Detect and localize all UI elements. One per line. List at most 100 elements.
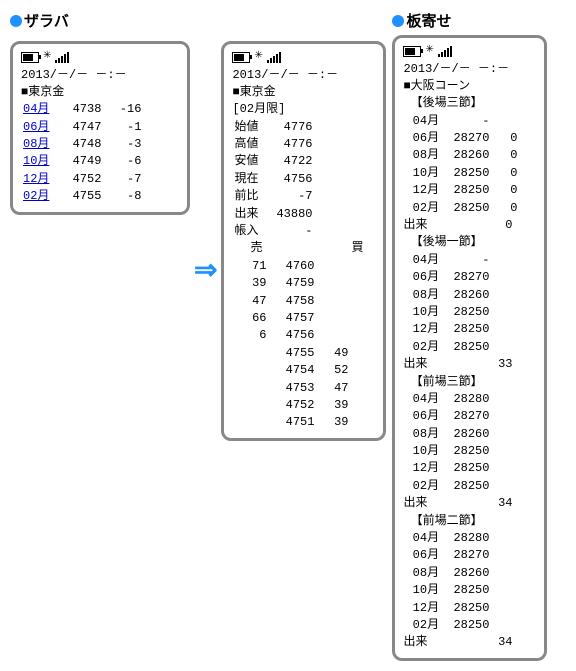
volume-value: 33 — [498, 356, 512, 373]
volume-row: 出来33 — [403, 356, 536, 373]
price-cell: 28260 — [441, 287, 491, 304]
month-link[interactable]: 02月 — [23, 189, 49, 203]
month-cell: 10月 — [403, 165, 441, 182]
change-cell: -7 — [103, 171, 143, 188]
signal-icon — [267, 52, 281, 63]
change-cell — [491, 565, 519, 582]
section-label: 【前場二節】 — [403, 513, 536, 530]
ohlc-value: 43880 — [260, 206, 314, 223]
ohlc-value: - — [260, 223, 314, 240]
month-cell: 04月 — [403, 530, 441, 547]
ohlc-label: 安値 — [232, 153, 260, 170]
month-cell: 04月 — [403, 113, 441, 130]
price-cell: 28280 — [441, 530, 491, 547]
sell-qty — [232, 414, 268, 431]
sell-qty: 6 — [232, 327, 268, 344]
table-row: 08月282600 — [403, 147, 519, 164]
ohlc-table: 始値4776高値4776安値4722現在4756前比-7出来43880帳入- — [232, 119, 314, 241]
sell-qty — [232, 345, 268, 362]
month-link[interactable]: 06月 — [23, 120, 49, 134]
table-row: 06月282700 — [403, 130, 519, 147]
book-price: 4751 — [268, 414, 316, 431]
signal-icon — [438, 46, 452, 57]
change-cell — [491, 321, 519, 338]
table-row: 02月282500 — [403, 200, 519, 217]
table-row: 12月28250 — [403, 600, 519, 617]
price-cell: 4747 — [51, 119, 103, 136]
change-cell — [491, 287, 519, 304]
table-row: 08月4748-3 — [21, 136, 143, 153]
price-cell: 28280 — [441, 391, 491, 408]
month-cell: 08月 — [403, 565, 441, 582]
volume-label: 出来 — [403, 218, 427, 232]
buy-header: 買 — [351, 240, 363, 257]
month-cell: 06月 — [403, 130, 441, 147]
buy-qty: 52 — [316, 362, 350, 379]
itayose-panel: ✳ 2013/－/－ －:－ ■大阪コーン 【後場三節】 04月- 06月282… — [392, 35, 547, 661]
table-row: 前比-7 — [232, 188, 314, 205]
month-cell: 02月 — [403, 200, 441, 217]
buy-qty — [316, 327, 350, 344]
change-cell — [491, 408, 519, 425]
sell-qty — [232, 380, 268, 397]
month-link[interactable]: 08月 — [23, 137, 49, 151]
change-cell — [491, 582, 519, 599]
book-row: 475549 — [232, 345, 350, 362]
status-bar: ✳ — [403, 44, 536, 59]
price-cell: 28260 — [441, 147, 491, 164]
book-price: 4753 — [268, 380, 316, 397]
book-row: 475347 — [232, 380, 350, 397]
sell-qty: 66 — [232, 310, 268, 327]
table-row: 12月4752-7 — [21, 171, 143, 188]
orderbook-header: 売 買 — [232, 240, 375, 257]
table-row: 02月4755-8 — [21, 188, 143, 205]
month-link[interactable]: 12月 — [23, 172, 49, 186]
table-row: 10月28250 — [403, 443, 519, 460]
month-link[interactable]: 04月 — [23, 102, 49, 116]
zaraba-heading: ザラバ — [10, 10, 386, 31]
price-cell: 28270 — [441, 269, 491, 286]
book-row: 394759 — [232, 275, 350, 292]
table-row: 02月28250 — [403, 339, 519, 356]
table-row: 12月28250 — [403, 460, 519, 477]
sell-qty: 47 — [232, 293, 268, 310]
battery-icon — [232, 52, 250, 63]
session-table: 04月- 06月282700 08月282600 10月282500 12月28… — [403, 113, 519, 217]
month-cell: 10月 — [403, 304, 441, 321]
table-row: 12月28250 — [403, 321, 519, 338]
buy-qty — [316, 310, 350, 327]
ohlc-label: 高値 — [232, 136, 260, 153]
price-cell: 4738 — [51, 101, 103, 118]
table-row: 08月28260 — [403, 287, 519, 304]
ohlc-label: 出来 — [232, 206, 260, 223]
month-cell: 06月 — [403, 547, 441, 564]
price-cell: 28250 — [441, 182, 491, 199]
month-cell: 12月 — [403, 600, 441, 617]
sell-qty — [232, 397, 268, 414]
market-name: ■大阪コーン — [403, 78, 536, 95]
book-price: 4755 — [268, 345, 316, 362]
ohlc-label: 前比 — [232, 188, 260, 205]
volume-row: 出来34 — [403, 634, 536, 651]
contract-month: [02月限] — [232, 101, 375, 118]
buy-qty — [316, 258, 350, 275]
month-link[interactable]: 10月 — [23, 154, 49, 168]
price-cell: 28250 — [441, 321, 491, 338]
book-price: 4752 — [268, 397, 316, 414]
volume-label: 出来 — [403, 496, 427, 510]
book-price: 4756 — [268, 327, 316, 344]
volume-value: 0 — [505, 217, 512, 234]
buy-qty — [316, 293, 350, 310]
month-cell: 10月 — [403, 443, 441, 460]
timestamp: 2013/－/－ －:－ — [21, 67, 179, 84]
change-cell — [491, 113, 519, 130]
change-cell — [491, 530, 519, 547]
session-table: 04月28280 06月28270 08月28260 10月28250 12月2… — [403, 530, 519, 634]
price-cell: 4748 — [51, 136, 103, 153]
change-cell — [491, 443, 519, 460]
month-cell: 02月 — [403, 617, 441, 634]
market-name: ■東京金 — [21, 84, 179, 101]
buy-qty — [316, 275, 350, 292]
orderbook: 7147603947594747586647576475647554947545… — [232, 258, 350, 432]
session-table: 04月28280 06月28270 08月28260 10月28250 12月2… — [403, 391, 519, 495]
